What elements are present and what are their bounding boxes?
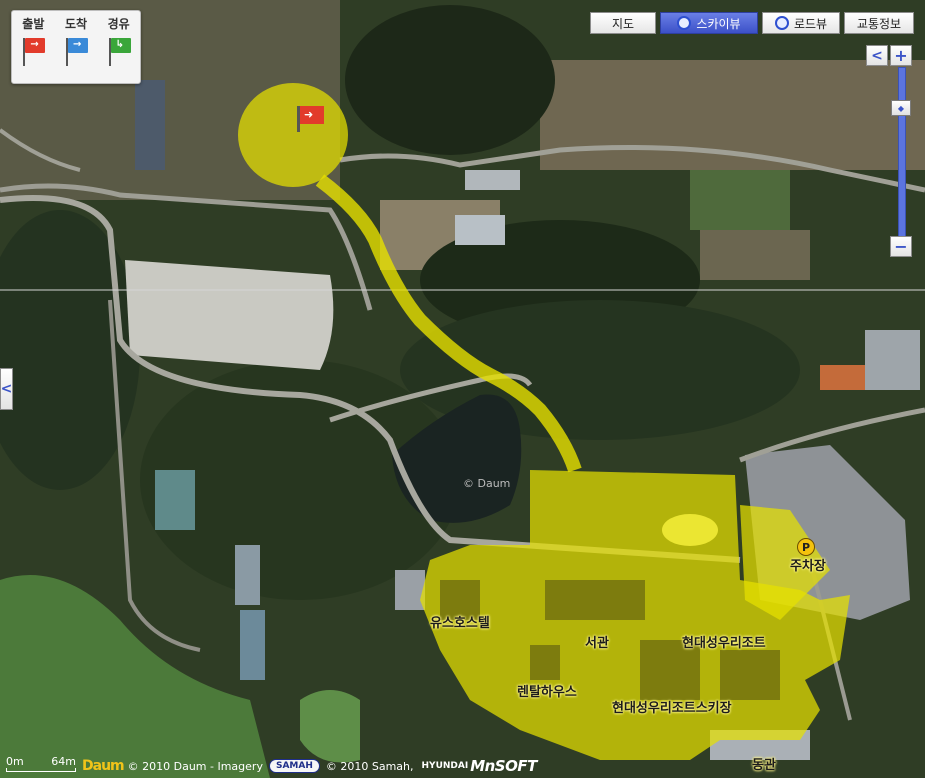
arrive-flag-icon: → bbox=[63, 36, 89, 66]
label-resort[interactable]: 현대성우리조트 bbox=[682, 632, 766, 651]
pan-left-button[interactable]: < bbox=[0, 368, 13, 410]
map-type-tabs: 지도 스카이뷰 로드뷰 교통정보 bbox=[586, 12, 914, 34]
scale-bar: 0m 64m bbox=[6, 755, 76, 777]
satellite-map[interactable]: ➜ © Daum P 주차장 유스호스텔 서관 현대성우리조트 렌탈하우스 현대… bbox=[0, 0, 925, 778]
parking-icon[interactable]: P bbox=[797, 538, 815, 556]
label-parking[interactable]: 주차장 bbox=[790, 555, 826, 574]
chevron-left-icon: < bbox=[0, 381, 13, 397]
route-flag-panel: 출발 → 도착 → 경유 ↳ bbox=[11, 10, 141, 84]
map-footer: 0m 64m Daum © 2010 Daum - Imagery SAMAH … bbox=[0, 754, 925, 778]
zoom-slider-track[interactable] bbox=[898, 67, 906, 237]
label-ski-resort[interactable]: 현대성우리조트스키장 bbox=[612, 697, 732, 716]
zoom-in-button[interactable]: + bbox=[890, 45, 912, 66]
daum-logo[interactable]: Daum bbox=[82, 758, 125, 774]
plus-icon: + bbox=[894, 46, 908, 65]
start-flag-label: 출발 bbox=[22, 17, 45, 31]
scale-end-label: 64m bbox=[51, 755, 76, 768]
samah-logo: SAMAH bbox=[268, 759, 320, 773]
tab-traffic[interactable]: 교통정보 bbox=[844, 12, 914, 34]
map-watermark: © Daum bbox=[463, 477, 511, 490]
daum-copyright: © 2010 Daum - Imagery bbox=[127, 759, 263, 773]
chevron-left-icon: < bbox=[871, 47, 883, 64]
scale-start-label: 0m bbox=[6, 755, 24, 768]
label-west-building[interactable]: 서관 bbox=[585, 632, 609, 651]
tab-roadview-label: 로드뷰 bbox=[793, 16, 828, 31]
hyundai-logo: HYUNDAI bbox=[421, 761, 469, 771]
tab-map-label: 지도 bbox=[611, 16, 635, 31]
mnsoft-logo: MnSOFT bbox=[470, 757, 537, 775]
satellite-imagery bbox=[0, 0, 925, 778]
tab-skyview[interactable]: 스카이뷰 bbox=[660, 12, 758, 34]
via-flag-icon: ↳ bbox=[106, 36, 132, 66]
tab-roadview[interactable]: 로드뷰 bbox=[762, 12, 840, 34]
roadview-icon bbox=[774, 16, 789, 30]
start-flag-button[interactable]: 출발 → bbox=[12, 11, 55, 83]
tab-map[interactable]: 지도 bbox=[590, 12, 656, 34]
tab-skyview-label: 스카이뷰 bbox=[696, 16, 741, 31]
label-rental-shop[interactable]: 렌탈하우스 bbox=[517, 681, 577, 700]
zoom-control: + ◆ − bbox=[890, 45, 914, 257]
minus-icon: − bbox=[894, 237, 908, 256]
via-flag-button[interactable]: 경유 ↳ bbox=[97, 11, 140, 83]
samah-copyright: © 2010 Samah, bbox=[325, 759, 414, 773]
map-start-flag-icon[interactable]: ➜ bbox=[304, 108, 313, 121]
arrive-flag-button[interactable]: 도착 → bbox=[55, 11, 98, 83]
start-flag-icon: → bbox=[20, 36, 46, 66]
via-flag-label: 경유 bbox=[107, 17, 130, 31]
zoom-slider-thumb[interactable]: ◆ bbox=[891, 100, 911, 116]
tab-traffic-label: 교통정보 bbox=[856, 16, 902, 31]
grip-icon: ◆ bbox=[897, 103, 905, 113]
skyview-icon bbox=[677, 16, 692, 30]
zoom-out-button[interactable]: − bbox=[890, 236, 912, 257]
arrive-flag-label: 도착 bbox=[64, 17, 88, 31]
pan-left-top-button[interactable]: < bbox=[866, 45, 888, 66]
label-youth-hostel[interactable]: 유스호스텔 bbox=[430, 612, 490, 631]
